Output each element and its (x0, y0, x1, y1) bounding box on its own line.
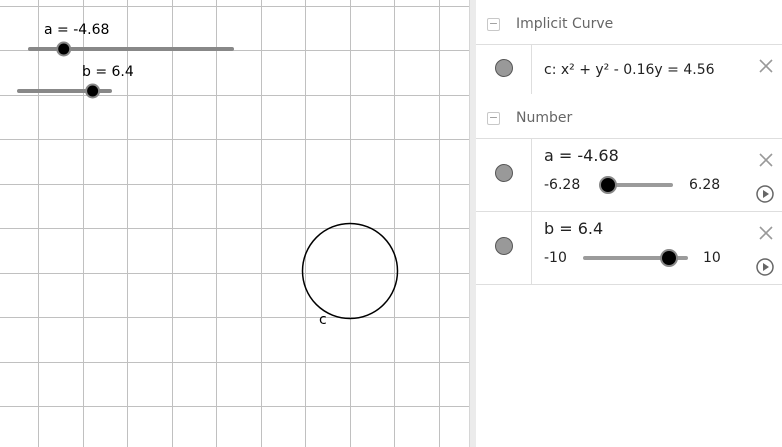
av-slider-b-thumb[interactable] (660, 249, 679, 267)
grid (0, 0, 469, 447)
group-implicit-curve: − Implicit Curve (476, 9, 782, 39)
curve-c-label: c (319, 312, 327, 328)
slider-a[interactable]: a = -4.68 (28, 22, 234, 57)
av-row-number-b[interactable]: b = 6.4 -10 10 (476, 211, 782, 284)
slider-b-thumb[interactable] (85, 83, 101, 99)
visibility-toggle-b[interactable] (495, 237, 513, 255)
delete-curve-close-icon[interactable] (758, 58, 774, 74)
slider-b-min: -10 (544, 250, 567, 266)
av-bottom-rule (476, 284, 782, 285)
av-slider-a-thumb[interactable] (599, 176, 618, 194)
av-row-b-marble-cell (476, 212, 532, 284)
graphics-view[interactable]: a = -4.68 b = 6.4 c (0, 0, 469, 447)
slider-a-label: a = -4.68 (44, 22, 109, 38)
number-b-definition[interactable]: b = 6.4 (544, 219, 603, 238)
play-a-icon[interactable] (756, 185, 774, 203)
graphics-canvas[interactable]: a = -4.68 b = 6.4 c (0, 0, 469, 447)
av-row-curve-marble-cell (476, 45, 532, 94)
group-number: − Number (476, 103, 782, 133)
view-divider[interactable] (469, 0, 476, 447)
slider-a-thumb[interactable] (56, 41, 72, 57)
delete-b-close-icon[interactable] (758, 225, 774, 241)
curve-definition[interactable]: c: x² + y² - 0.16y = 4.56 (544, 62, 715, 78)
delete-a-close-icon[interactable] (758, 152, 774, 168)
group-implicit-curve-label: Implicit Curve (516, 16, 614, 32)
av-row-a-marble-cell (476, 139, 532, 211)
slider-b-max: 10 (703, 250, 721, 266)
slider-b-label: b = 6.4 (82, 64, 134, 80)
group-number-toggle[interactable]: − (487, 112, 500, 125)
slider-b[interactable]: b = 6.4 (17, 64, 134, 99)
group-number-label: Number (516, 110, 573, 126)
visibility-toggle-a[interactable] (495, 164, 513, 182)
slider-a-min: -6.28 (544, 177, 581, 193)
slider-a-max: 6.28 (689, 177, 721, 193)
play-b-icon[interactable] (756, 258, 774, 276)
group-implicit-curve-toggle[interactable]: − (487, 18, 500, 31)
algebra-view: − Implicit Curve c: x² + y² - 0.16y = 4.… (476, 0, 782, 447)
av-row-curve[interactable]: c: x² + y² - 0.16y = 4.56 (476, 44, 782, 94)
av-row-number-a[interactable]: a = -4.68 -6.28 6.28 (476, 138, 782, 211)
visibility-toggle-curve[interactable] (495, 59, 513, 77)
number-a-definition[interactable]: a = -4.68 (544, 146, 619, 165)
